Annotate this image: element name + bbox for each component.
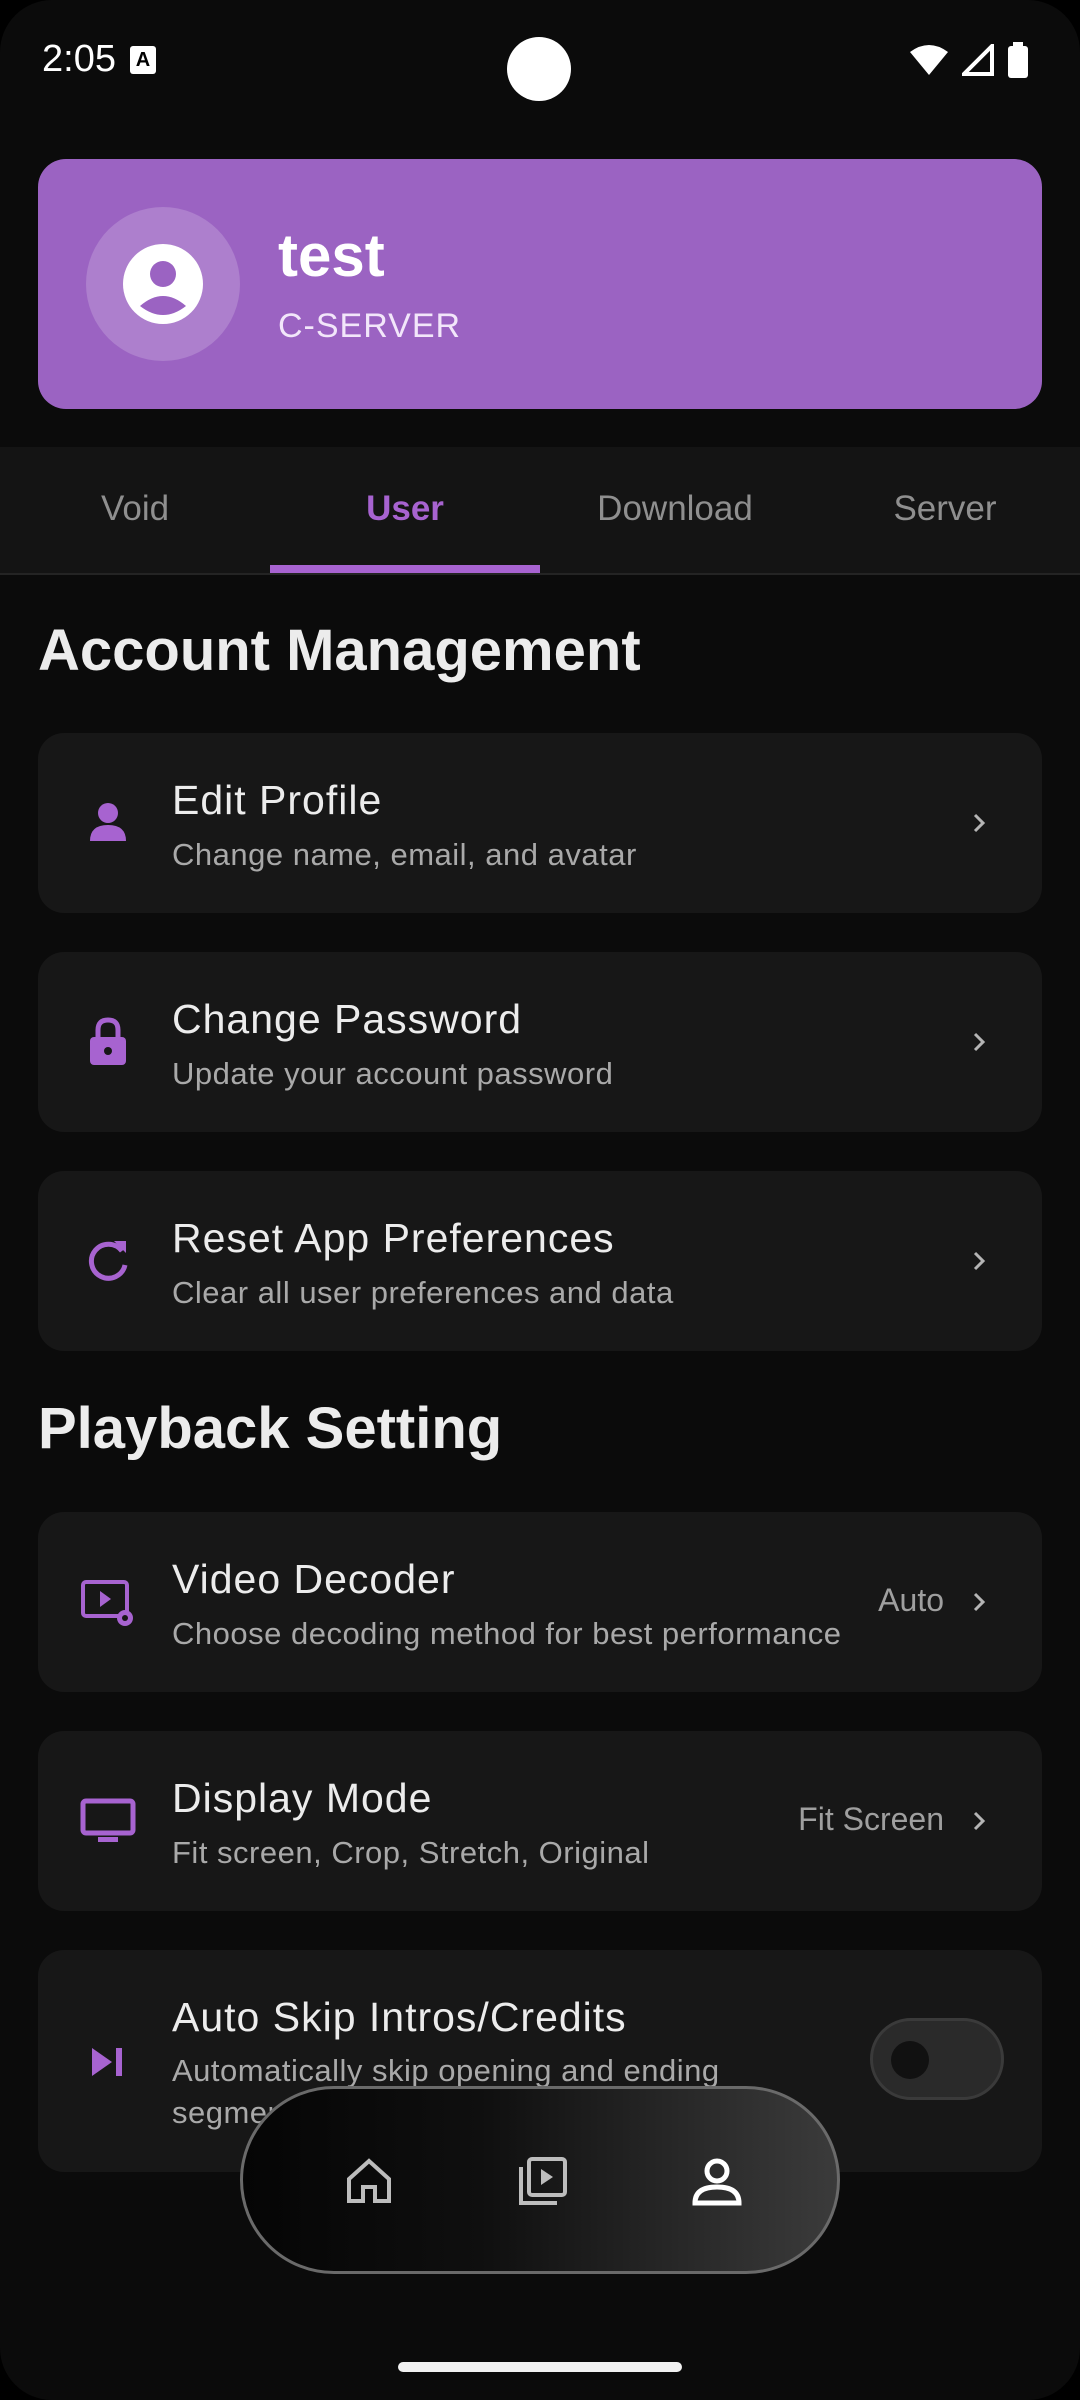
reset-preferences-item[interactable]: Reset App Preferences Clear all user pre… (38, 1171, 1042, 1351)
tab-user[interactable]: User (270, 447, 540, 573)
auto-skip-toggle[interactable] (870, 2018, 1004, 2100)
status-icons (910, 42, 1028, 78)
video-decoder-value: Auto (878, 1582, 944, 1618)
tab-bar: Void User Download Server (0, 447, 1080, 575)
chevron-right-icon (973, 1592, 986, 1612)
status-bar: 2:05 A (0, 0, 1080, 120)
tab-server[interactable]: Server (810, 447, 1080, 573)
auto-skip-title: Auto Skip Intros/Credits (172, 1994, 627, 2040)
bottom-nav (240, 2086, 840, 2274)
video-decoder-subtitle: Choose decoding method for best performa… (172, 1616, 842, 1651)
tab-indicator (270, 565, 540, 573)
person-icon (90, 803, 126, 841)
gesture-home-bar[interactable] (398, 2362, 682, 2372)
app-screen: 2:05 A test C-SERVER Void User Download … (0, 0, 1080, 2400)
toggle-knob (891, 2041, 929, 2079)
signal-icon (962, 44, 994, 76)
library-icon[interactable] (511, 2149, 575, 2213)
section-title-account: Account Management (38, 618, 641, 683)
chevron-right-icon (973, 1251, 986, 1271)
a-box-icon: A (130, 46, 156, 74)
profile-name: test (278, 222, 385, 289)
wifi-icon (910, 45, 948, 75)
change-password-subtitle: Update your account password (172, 1056, 614, 1091)
account-circle-icon (123, 244, 203, 324)
section-title-playback: Playback Setting (38, 1396, 503, 1461)
edit-profile-item[interactable]: Edit Profile Change name, email, and ava… (38, 733, 1042, 913)
lock-icon (90, 1017, 126, 1065)
display-mode-title: Display Mode (172, 1775, 433, 1821)
profile-server: C-SERVER (278, 307, 462, 345)
chevron-right-icon (973, 813, 986, 833)
change-password-item[interactable]: Change Password Update your account pass… (38, 952, 1042, 1132)
monitor-icon (80, 1798, 136, 1842)
skip-next-icon (92, 2048, 122, 2076)
chevron-right-icon (973, 1032, 986, 1052)
refresh-icon (88, 1241, 128, 1281)
avatar (86, 207, 240, 361)
display-mode-value: Fit Screen (798, 1801, 944, 1837)
edit-profile-subtitle: Change name, email, and avatar (172, 837, 637, 872)
edit-profile-title: Edit Profile (172, 777, 383, 823)
profile-icon[interactable] (685, 2149, 749, 2213)
display-mode-item[interactable]: Display Mode Fit screen, Crop, Stretch, … (38, 1731, 1042, 1911)
video-decoder-title: Video Decoder (172, 1556, 456, 1602)
tab-download[interactable]: Download (540, 447, 810, 573)
chevron-right-icon (973, 1811, 986, 1831)
profile-card[interactable]: test C-SERVER (38, 159, 1042, 409)
battery-icon (1008, 42, 1028, 78)
video-settings-icon (81, 1580, 133, 1626)
video-decoder-item[interactable]: Video Decoder Choose decoding method for… (38, 1512, 1042, 1692)
reset-preferences-title: Reset App Preferences (172, 1215, 615, 1261)
camera-cutout (507, 37, 571, 101)
status-time: 2:05 (42, 38, 116, 80)
display-mode-subtitle: Fit screen, Crop, Stretch, Original (172, 1835, 650, 1870)
tab-void[interactable]: Void (0, 447, 270, 573)
reset-preferences-subtitle: Clear all user preferences and data (172, 1275, 674, 1310)
change-password-title: Change Password (172, 996, 523, 1042)
home-icon[interactable] (337, 2149, 401, 2213)
